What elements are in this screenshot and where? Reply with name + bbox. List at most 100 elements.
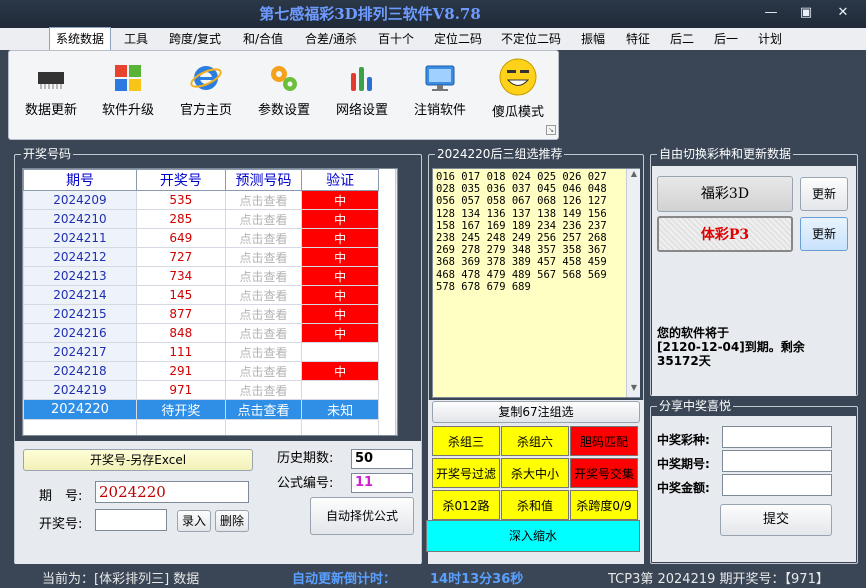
predict-link[interactable]: 点击查看 [224,323,303,343]
predict-link[interactable]: 点击查看 [224,380,303,400]
number-cell: 待开奖 [135,399,226,420]
table-row[interactable]: 2024212 727 点击查看中 [23,247,379,267]
table-row[interactable]: 2024216 848 点击查看中 [23,323,379,343]
recommend-scrollbar[interactable]: ▲ ▼ [626,169,640,397]
tab-position-two[interactable]: 定位二码 [428,28,488,50]
predict-link[interactable]: 点击查看 [224,361,303,381]
expand-corner-icon[interactable]: ↘ [546,125,556,135]
homepage-button[interactable]: 官方主页 [173,61,239,133]
number-input[interactable] [95,509,167,531]
predict-link[interactable]: 点击查看 [224,247,303,267]
right-panel: 自由切换彩种和更新数据 福彩3D 更新 体彩P3 更新 您的软件将于 [2120… [650,147,858,564]
tab-sum[interactable]: 和/合值 [236,28,290,50]
filter-button[interactable]: 杀和值 [501,490,569,520]
export-excel-button[interactable]: 开奖号-另存Excel [23,449,253,471]
maximize-button[interactable]: ▣ [795,4,817,22]
update-p3-button[interactable]: 更新 [800,217,848,251]
fc3d-button[interactable]: 福彩3D [657,176,793,212]
col-verify[interactable]: 验证 [301,169,379,191]
deep-shrink-button[interactable]: 深入缩水 [426,520,640,552]
share-type-input[interactable] [722,426,832,448]
parameter-settings-button[interactable]: 参数设置 [251,61,317,133]
title-bar: 第七感福彩3D排列三软件V8.78 — ▣ ✕ [0,0,866,28]
smiley-icon [499,58,537,96]
predict-link[interactable]: 点击查看 [224,228,303,248]
predict-link[interactable]: 点击查看 [224,285,303,305]
filter-button[interactable]: 杀012路 [432,490,500,520]
history-input[interactable]: 50 [351,449,413,469]
p3-button[interactable]: 体彩P3 [657,216,793,252]
software-upgrade-button[interactable]: 软件升级 [95,61,161,133]
tab-plan[interactable]: 计划 [752,28,788,50]
status-current: 当前为：[体彩排列三] 数据 [42,572,200,587]
enter-button[interactable]: 录入 [177,510,211,532]
table-row-current[interactable]: 2024220 待开奖 点击查看 未知 [23,399,379,420]
data-update-button[interactable]: 数据更新 [17,61,85,133]
tab-last-one[interactable]: 后一 [708,28,744,50]
period-cell: 2024219 [23,380,137,400]
tab-feature[interactable]: 特征 [620,28,656,50]
predict-link[interactable]: 点击查看 [224,342,303,362]
share-type-label: 中奖彩种: [657,433,710,447]
tab-system-data[interactable]: 系统数据 [49,27,111,50]
update-fc3d-button[interactable]: 更新 [800,177,848,211]
filter-button[interactable]: 杀组六 [501,426,569,456]
number-cell: 649 [135,228,226,248]
table-row[interactable]: 2024215 877 点击查看中 [23,304,379,324]
col-period[interactable]: 期号 [23,169,137,191]
number-cell: 285 [135,209,226,229]
period-input[interactable]: 2024220 [95,481,249,503]
filter-button[interactable]: 杀组三 [432,426,500,456]
tab-span[interactable]: 跨度/复式 [162,28,228,50]
logout-software-button[interactable]: 注销软件 [407,61,473,133]
predict-link[interactable]: 点击查看 [224,304,303,324]
delete-button[interactable]: 删除 [215,510,249,532]
homepage-label: 官方主页 [179,103,232,118]
predict-link[interactable]: 点击查看 [224,209,303,229]
predict-link[interactable]: 点击查看 [224,399,303,420]
table-scrollbar[interactable]: ▲ ▼ [395,169,397,435]
tab-tools[interactable]: 工具 [118,28,154,50]
filter-button[interactable]: 杀大中小 [501,458,569,488]
network-settings-button[interactable]: 网络设置 [329,61,395,133]
table-row[interactable]: 2024219 971 点击查看 [23,380,379,400]
submit-button[interactable]: 提交 [720,504,832,536]
recommend-scroll-down-icon[interactable]: ▼ [628,383,640,397]
table-row[interactable]: 2024210 285 点击查看中 [23,209,379,229]
predict-link[interactable]: 点击查看 [224,190,303,210]
expire-line-3: 35172天 [657,354,711,368]
scroll-up-icon[interactable]: ▲ [396,169,397,185]
close-button[interactable]: ✕ [832,4,854,22]
formula-input[interactable]: 11 [351,473,413,493]
recommend-list[interactable]: 016 017 018 024 025 026 027 028 035 036 … [432,168,640,398]
share-period-input[interactable] [722,450,832,472]
predict-link[interactable]: 点击查看 [224,266,303,286]
period-cell: 2024209 [23,190,137,210]
tab-nonposition-two[interactable]: 不定位二码 [496,28,566,50]
col-number[interactable]: 开奖号 [135,169,226,191]
scroll-down-icon[interactable]: ▼ [396,418,397,434]
minimize-button[interactable]: — [760,4,782,22]
recommend-scroll-up-icon[interactable]: ▲ [628,169,640,183]
table-row[interactable]: 2024214 145 点击查看中 [23,285,379,305]
table-row[interactable]: 2024213 734 点击查看中 [23,266,379,286]
col-predict[interactable]: 预测号码 [224,169,303,191]
share-amount-input[interactable] [722,474,832,496]
tab-amplitude[interactable]: 振幅 [574,28,612,50]
filter-button[interactable]: 开奖号过滤 [432,458,500,488]
table-row[interactable]: 2024209 535 点击查看中 [23,190,379,210]
verify-cell: 中 [301,266,379,286]
table-row[interactable]: 2024218 291 点击查看中 [23,361,379,381]
tab-digits[interactable]: 百十个 [372,28,420,50]
filter-button[interactable]: 胆码匹配 [570,426,638,456]
simple-mode-button[interactable]: 傻瓜模式 [485,57,551,129]
table-row[interactable]: 2024217 111 点击查看 [23,342,379,362]
tab-diff[interactable]: 合差/通杀 [298,28,364,50]
filter-button[interactable]: 开奖号交集 [570,458,638,488]
filter-button[interactable]: 杀跨度0/9 [570,490,638,520]
copy-button[interactable]: 复制67注组选 [432,401,640,423]
tab-last-two[interactable]: 后二 [664,28,700,50]
table-row[interactable]: 2024211 649 点击查看中 [23,228,379,248]
number-cell: 727 [135,247,226,267]
auto-formula-button[interactable]: 自动择优公式 [310,497,414,535]
